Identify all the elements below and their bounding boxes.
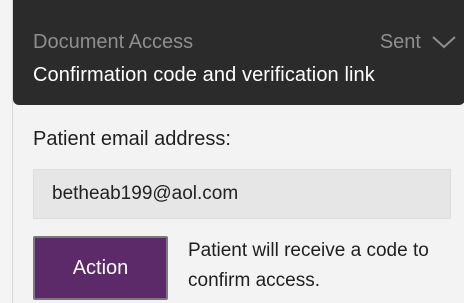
document-access-panel: Document Access Sent Confirmation code a… <box>0 0 464 303</box>
email-field[interactable]: betheab199@aol.com <box>33 169 451 219</box>
document-access-card: Document Access Sent Confirmation code a… <box>12 0 464 303</box>
panel-subtitle: Confirmation code and verification link <box>33 64 375 86</box>
status-toggle[interactable]: Sent <box>380 31 457 54</box>
email-label: Patient email address: <box>33 128 231 150</box>
chevron-down-icon[interactable] <box>431 35 457 49</box>
status-label: Sent <box>379 30 421 53</box>
header-top-row: Document Access Sent <box>33 25 457 59</box>
panel-header[interactable]: Document Access Sent Confirmation code a… <box>13 0 464 105</box>
action-button[interactable]: Action <box>33 236 168 300</box>
action-description: Patient will receive a code to confirm a… <box>188 240 429 291</box>
panel-title: Document Access <box>33 30 194 53</box>
